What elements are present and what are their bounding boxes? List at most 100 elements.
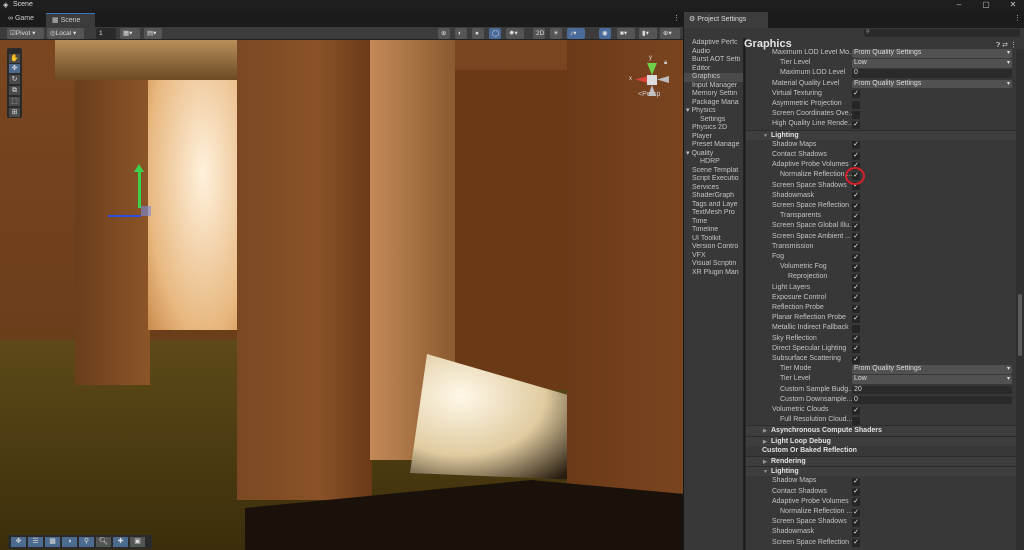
checkbox[interactable]: ✓: [852, 539, 860, 548]
projection-toggle[interactable]: <Persp: [638, 91, 660, 98]
nav-item-textmesh-pro[interactable]: TextMesh Pro: [692, 209, 743, 218]
gizmos-dropdown[interactable]: ⊕▾: [660, 28, 680, 39]
rect-tool-icon[interactable]: ⬚: [9, 97, 20, 106]
lighting-toggle[interactable]: ☀: [550, 28, 562, 39]
checkbox[interactable]: ✓: [852, 335, 860, 344]
preset-icon[interactable]: ⇄: [1002, 42, 1008, 49]
maximize-button[interactable]: ▢: [977, 0, 995, 9]
more-icon[interactable]: ⋮: [1010, 42, 1017, 49]
nav-item-timeline[interactable]: Timeline: [692, 226, 743, 235]
nav-item-tags-and-laye[interactable]: Tags and Laye: [692, 201, 743, 210]
tab-project-settings[interactable]: ⚙ Project Settings: [684, 12, 768, 28]
scale-tool-icon[interactable]: ⧉: [9, 86, 20, 95]
dropdown[interactable]: From Quality Settings: [852, 79, 1012, 89]
checkbox[interactable]: ✓: [852, 488, 860, 497]
grid-size-input[interactable]: 1: [96, 28, 116, 39]
checkbox[interactable]: [852, 416, 860, 425]
search-input[interactable]: ⚲: [864, 29, 1020, 37]
camera-dropdown[interactable]: ■▾: [617, 28, 635, 39]
checkbox[interactable]: ✓: [852, 141, 860, 150]
dropdown[interactable]: From Quality Settings: [852, 49, 1012, 58]
checkbox[interactable]: ✓: [852, 345, 860, 354]
2d-toggle[interactable]: 2D: [533, 28, 545, 39]
pan-icon[interactable]: ✚: [113, 537, 128, 547]
checkbox[interactable]: ✓: [852, 304, 860, 313]
pivot-dropdown[interactable]: ☑Pivot ▾: [7, 28, 44, 39]
nav-item-preset-manage[interactable]: Preset Manage: [692, 141, 743, 150]
checkbox[interactable]: ✓: [852, 508, 860, 517]
close-button[interactable]: ✕: [1004, 0, 1022, 9]
nav-item-audio[interactable]: Audio: [692, 48, 743, 57]
checkbox[interactable]: ✓: [852, 202, 860, 211]
snap-icon[interactable]: ⚲: [79, 537, 94, 547]
scrollbar-thumb[interactable]: [1018, 294, 1022, 356]
nav-item-settings[interactable]: Settings: [700, 116, 743, 125]
number-input[interactable]: 20: [852, 385, 1012, 395]
number-input[interactable]: 0: [852, 395, 1012, 405]
move-tool-icon[interactable]: ✥: [9, 64, 20, 73]
checkbox[interactable]: ✓: [852, 90, 860, 99]
move-icon[interactable]: ✥: [11, 537, 26, 547]
checkbox[interactable]: [852, 324, 860, 333]
checkbox[interactable]: ✓: [852, 233, 860, 242]
scene-visibility-button[interactable]: ◉: [599, 28, 611, 39]
nav-item-services[interactable]: Services: [692, 184, 743, 193]
foldout-header[interactable]: ▶ Asynchronous Compute Shaders: [746, 425, 1016, 436]
global-view-button[interactable]: ⊕: [438, 28, 450, 39]
help-icon[interactable]: ❓︎: [996, 42, 1000, 49]
grid-snap-dropdown[interactable]: ▦▾: [120, 28, 140, 39]
foldout-header[interactable]: ▶ Light Loop Debug: [746, 435, 1016, 446]
foldout-header[interactable]: ▼ Lighting: [746, 466, 1016, 477]
increment-snap-dropdown[interactable]: ▤▾: [144, 28, 162, 39]
nav-item-package-mana[interactable]: Package Mana: [692, 99, 743, 108]
wireframe-button[interactable]: ◐: [455, 28, 467, 39]
local-dropdown[interactable]: ◎Local ▾: [47, 28, 84, 39]
nav-item-physics[interactable]: ▾ Physics: [686, 107, 738, 116]
minimize-button[interactable]: –: [950, 0, 968, 9]
dropdown[interactable]: Low: [852, 59, 1012, 68]
checkbox[interactable]: [852, 110, 860, 119]
align-icon[interactable]: ☰: [28, 537, 43, 547]
checkbox[interactable]: ✓: [852, 406, 860, 415]
checkbox[interactable]: ✓: [852, 151, 860, 160]
nav-item-hdrp[interactable]: HDRP: [700, 158, 743, 167]
camera-settings-icon[interactable]: ▣: [130, 537, 145, 547]
z-axis-handle[interactable]: [108, 215, 141, 217]
nav-item-ui-toolkit[interactable]: UI Toolkit: [692, 235, 743, 244]
lit-shaded-button[interactable]: ◯: [489, 28, 501, 39]
checkbox[interactable]: ✓: [852, 212, 860, 221]
checkbox[interactable]: ✓: [852, 498, 860, 507]
nav-item-xr-plugin-man[interactable]: XR Plugin Man: [692, 269, 743, 278]
checkbox[interactable]: ✓: [852, 273, 860, 282]
foldout-header[interactable]: ▶ Rendering: [746, 456, 1016, 467]
checkbox[interactable]: ✓: [852, 518, 860, 527]
shaded-button[interactable]: ●: [472, 28, 484, 39]
gizmo-y-cone-icon[interactable]: [647, 63, 657, 75]
lock-icon[interactable]: 🔒︎: [664, 60, 667, 67]
y-axis-handle[interactable]: [138, 168, 141, 208]
nav-item-editor[interactable]: Editor: [692, 65, 743, 74]
plane-handle[interactable]: [141, 206, 151, 216]
more-menu-icon[interactable]: ⋮: [673, 14, 680, 22]
checkbox[interactable]: ✓: [852, 222, 860, 231]
tab-scene[interactable]: ▦ Scene: [46, 13, 95, 27]
gizmo-neg-x-cone-icon[interactable]: [657, 76, 669, 83]
nav-item-physics-2d[interactable]: Physics 2D: [692, 124, 743, 133]
dropdown[interactable]: From Quality Settings: [852, 365, 1012, 374]
nav-item-memory-settin[interactable]: Memory Settin: [692, 90, 743, 99]
checkbox[interactable]: ✓: [852, 314, 860, 323]
checkbox[interactable]: ✓: [852, 294, 860, 303]
nav-item-adaptive-perfc[interactable]: Adaptive Perfc: [692, 39, 743, 48]
nav-item-visual-scriptin[interactable]: Visual Scriptin: [692, 260, 743, 269]
nav-item-graphics[interactable]: Graphics: [684, 73, 743, 82]
transform-tool-icon[interactable]: ⊞: [9, 108, 20, 117]
zoom-icon[interactable]: 🔍︎: [96, 537, 111, 547]
checkbox[interactable]: [852, 100, 860, 109]
foldout-header[interactable]: ▼ Lighting: [746, 129, 1016, 140]
checkbox[interactable]: ✓: [852, 355, 860, 364]
draw-mode-dropdown[interactable]: ▮▾: [639, 28, 657, 39]
dropdown[interactable]: Low: [852, 375, 1012, 384]
rotate-tool-icon[interactable]: ↻: [9, 75, 20, 84]
checkbox[interactable]: ✓: [852, 120, 860, 129]
nav-item-scene-templat[interactable]: Scene Templat: [692, 167, 743, 176]
